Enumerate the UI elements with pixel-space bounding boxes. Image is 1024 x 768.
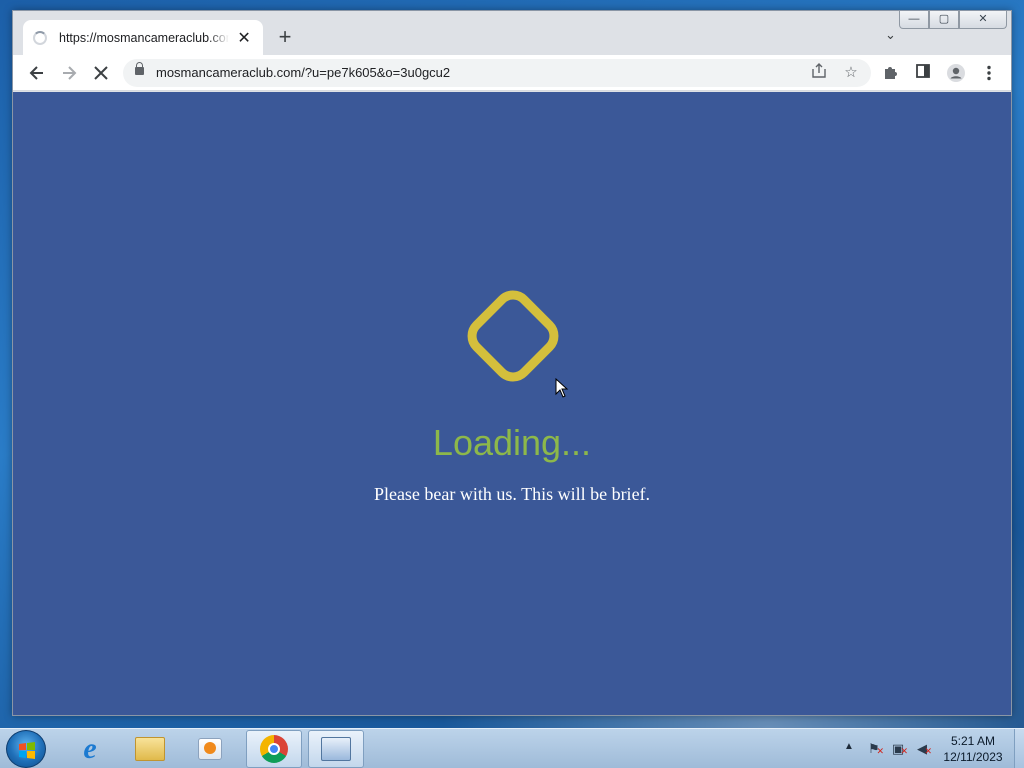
system-clock[interactable]: 5:21 AM 12/11/2023 <box>934 733 1012 765</box>
forward-arrow-icon[interactable] <box>59 63 79 83</box>
ie-icon: e <box>83 732 97 765</box>
new-tab-button[interactable]: + <box>275 26 295 48</box>
lock-icon[interactable] <box>135 62 144 75</box>
tab-loading-spinner-icon <box>33 30 47 45</box>
profile-avatar-icon[interactable] <box>946 63 966 83</box>
minimize-button[interactable]: — <box>899 11 929 29</box>
tab-close-icon[interactable]: ✕ <box>235 28 253 48</box>
bookmark-star-icon[interactable]: ☆ <box>841 63 861 81</box>
browser-window: https://mosmancameraclub.com/ ✕ + ⌄ — ▢ … <box>12 10 1012 716</box>
close-window-button[interactable]: ✕ <box>959 11 1007 29</box>
clock-date: 12/11/2023 <box>943 750 1003 764</box>
taskbar-windows-explorer[interactable] <box>122 730 178 768</box>
chrome-icon <box>260 735 288 763</box>
network-icon[interactable]: ▣ ✕ <box>890 741 908 757</box>
address-url[interactable]: mosmancameraclub.com/?u=pe7k605&o=3u0gcu… <box>156 65 450 80</box>
taskbar-chrome[interactable] <box>246 730 302 768</box>
browser-toolbar: mosmancameraclub.com/?u=pe7k605&o=3u0gcu… <box>13 55 1011 91</box>
page-viewport: Loading... Please bear with us. This wil… <box>13 92 1011 715</box>
browser-tab[interactable]: https://mosmancameraclub.com/ ✕ <box>23 20 263 55</box>
tab-title: https://mosmancameraclub.com/ <box>59 30 230 45</box>
taskbar-media-player[interactable] <box>182 730 238 768</box>
control-panel-icon <box>321 737 351 761</box>
tab-strip: https://mosmancameraclub.com/ ✕ + ⌄ — ▢ … <box>13 11 1011 55</box>
window-controls: — ▢ ✕ <box>899 11 1007 31</box>
volume-muted-icon[interactable]: ◀ ✕ <box>914 741 932 757</box>
taskbar-control-panel[interactable] <box>308 730 364 768</box>
show-hidden-icons-arrow-icon[interactable]: ▲ <box>844 741 854 752</box>
taskbar: e ▲ ⚑ ✕ ▣ ✕ ◀ ✕ 5:21 AM 12/11/2023 <box>0 728 1024 768</box>
restore-button[interactable]: ▢ <box>929 11 959 29</box>
loading-heading: Loading... <box>432 422 592 463</box>
tab-search-chevron-icon[interactable]: ⌄ <box>885 27 896 43</box>
start-button[interactable] <box>6 730 46 768</box>
clock-time: 5:21 AM <box>950 734 996 748</box>
address-bar[interactable]: mosmancameraclub.com/?u=pe7k605&o=3u0gcu… <box>123 59 871 87</box>
taskbar-internet-explorer[interactable]: e <box>62 730 118 768</box>
menu-kebab-icon[interactable] <box>979 63 999 83</box>
folder-icon <box>135 737 165 761</box>
extensions-puzzle-icon[interactable] <box>881 63 901 83</box>
windows-logo-icon <box>19 742 35 759</box>
mouse-cursor-icon <box>555 378 569 398</box>
loading-subtext: Please bear with us. This will be brief. <box>373 484 651 504</box>
back-arrow-icon[interactable] <box>27 63 47 83</box>
share-icon[interactable] <box>809 63 829 83</box>
show-desktop-button[interactable] <box>1014 729 1024 768</box>
action-center-flag-icon[interactable]: ⚑ ✕ <box>866 741 884 757</box>
loading-spinner-icon <box>459 282 567 390</box>
media-player-icon <box>198 738 222 760</box>
side-panel-icon[interactable] <box>913 63 933 83</box>
stop-loading-icon[interactable] <box>91 63 111 83</box>
